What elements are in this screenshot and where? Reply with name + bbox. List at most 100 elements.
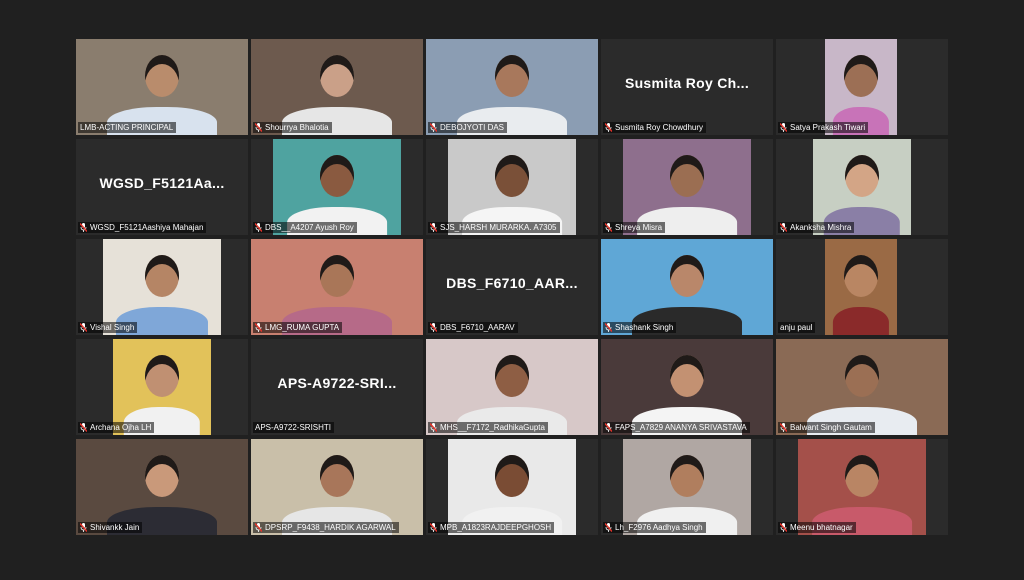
mic-muted-icon [605,123,612,132]
participant-tile[interactable]: DPSRP_F9438_HARDIK AGARWAL [251,439,423,535]
participant-name: LMG_RUMA GUPTA [265,323,340,332]
participant-tile[interactable]: DBS__A4207 Ayush Roy [251,139,423,235]
participant-face [495,155,529,197]
participant-display-name: WGSD_F5121Aa... [99,175,225,191]
mic-muted-icon [605,323,612,332]
participant-name-label: MHS__F7172_RadhikaGupta [428,422,548,433]
participant-tile[interactable]: anju paul [776,239,948,335]
participant-tile[interactable]: Meenu bhatnagar [776,439,948,535]
participant-tile[interactable]: MHS__F7172_RadhikaGupta [426,339,598,435]
participant-tile[interactable]: LMB-ACTING PRINCIPAL [76,39,248,135]
participant-name: Lh_F2976 Aadhya Singh [615,523,703,532]
participant-tile[interactable]: Lh_F2976 Aadhya Singh [601,439,773,535]
participant-name-label: DEBOJYOTI DAS [428,122,508,133]
participant-tile[interactable]: Shreya Misra [601,139,773,235]
participant-face [670,155,704,197]
participant-face [845,155,879,197]
participant-face [145,255,179,297]
participant-face [495,355,529,397]
participant-video [76,439,248,535]
participant-name: Balwant Singh Gautam [790,423,872,432]
participant-tile[interactable]: DEBOJYOTI DAS [426,39,598,135]
mic-muted-icon [430,223,437,232]
participant-name-label: Meenu bhatnagar [778,522,856,533]
participant-face [495,455,529,497]
participant-tile[interactable]: LMG_RUMA GUPTA [251,239,423,335]
participant-name: Shivankk Jain [90,523,140,532]
participant-name-label: Akanksha Mishra [778,222,855,233]
participant-face [670,255,704,297]
participant-face [670,455,704,497]
mic-muted-icon [605,223,612,232]
participant-name-label: anju paul [778,322,816,333]
mic-muted-icon [430,523,437,532]
participant-name: Shourrya Bhalotia [265,123,329,132]
participant-tile[interactable]: Balwant Singh Gautam [776,339,948,435]
participant-tile[interactable]: DBS_F6710_AAR... DBS_F6710_AARAV [426,239,598,335]
participant-name: Akanksha Mishra [790,223,852,232]
participant-tile[interactable]: Shashank Singh [601,239,773,335]
mic-muted-icon [780,223,787,232]
participant-tile[interactable]: WGSD_F5121Aa... WGSD_F5121Aashiya Mahajan [76,139,248,235]
participant-name: Shashank Singh [615,323,674,332]
participant-video [426,339,598,435]
participant-display-name: DBS_F6710_AAR... [446,275,578,291]
participant-name-label: DPSRP_F9438_HARDIK AGARWAL [253,522,399,533]
participant-tile[interactable]: FAPS_A7829 ANANYA SRIVASTAVA [601,339,773,435]
mic-muted-icon [80,523,87,532]
participant-face [145,355,179,397]
mic-muted-icon [430,323,437,332]
mic-muted-icon [255,523,262,532]
participant-name-label: Balwant Singh Gautam [778,422,875,433]
participant-tile[interactable]: Akanksha Mishra [776,139,948,235]
participant-video [251,239,423,335]
participant-name: Satya Prakash Tiwari [790,123,866,132]
participant-tile[interactable]: Archana Ojha LH [76,339,248,435]
participant-tile[interactable]: APS-A9722-SRI... APS-A9722-SRISHTI [251,339,423,435]
participant-face [145,55,179,97]
mic-muted-icon [430,423,437,432]
mic-muted-icon [255,323,262,332]
participant-name: FAPS_A7829 ANANYA SRIVASTAVA [615,423,747,432]
participant-name-label: DBS__A4207 Ayush Roy [253,222,357,233]
participant-video [825,39,897,135]
participant-face [320,455,354,497]
participant-video [113,339,211,435]
participant-tile[interactable]: Satya Prakash Tiwari [776,39,948,135]
participant-name-label: Archana Ojha LH [78,422,155,433]
participant-name-label: Satya Prakash Tiwari [778,122,869,133]
participant-name: DEBOJYOTI DAS [440,123,505,132]
participant-video [623,139,751,235]
participant-name: DPSRP_F9438_HARDIK AGARWAL [265,523,396,532]
participant-video [813,139,911,235]
participant-name-label: Shreya Misra [603,222,666,233]
mic-muted-icon [605,523,612,532]
mic-muted-icon [255,223,262,232]
participant-tile[interactable]: Shourrya Bhalotia [251,39,423,135]
mic-muted-icon [780,523,787,532]
participant-name: Vishal Singh [90,323,135,332]
mic-muted-icon [780,123,787,132]
participant-tile[interactable]: Shivankk Jain [76,439,248,535]
participant-video [251,39,423,135]
participant-video [426,39,598,135]
participant-name: MHS__F7172_RadhikaGupta [440,423,545,432]
participant-tile[interactable]: Vishal Singh [76,239,248,335]
participant-name-label: MPB_A1823RAJDEEPGHOSH [428,522,555,533]
participant-name: Meenu bhatnagar [790,523,853,532]
participant-face [495,55,529,97]
participant-video [623,439,751,535]
participant-tile[interactable]: Susmita Roy Ch... Susmita Roy Chowdhury [601,39,773,135]
participant-face [320,155,354,197]
mic-muted-icon [605,423,612,432]
participant-tile[interactable]: MPB_A1823RAJDEEPGHOSH [426,439,598,535]
participant-body [832,307,890,335]
participant-face [320,55,354,97]
participant-face [320,255,354,297]
participant-face [145,455,179,497]
participant-video [448,439,576,535]
participant-face [844,55,878,97]
participant-tile[interactable]: SJS_HARSH MURARKA. A7305 [426,139,598,235]
participant-name: SJS_HARSH MURARKA. A7305 [440,223,557,232]
mic-muted-icon [80,323,87,332]
